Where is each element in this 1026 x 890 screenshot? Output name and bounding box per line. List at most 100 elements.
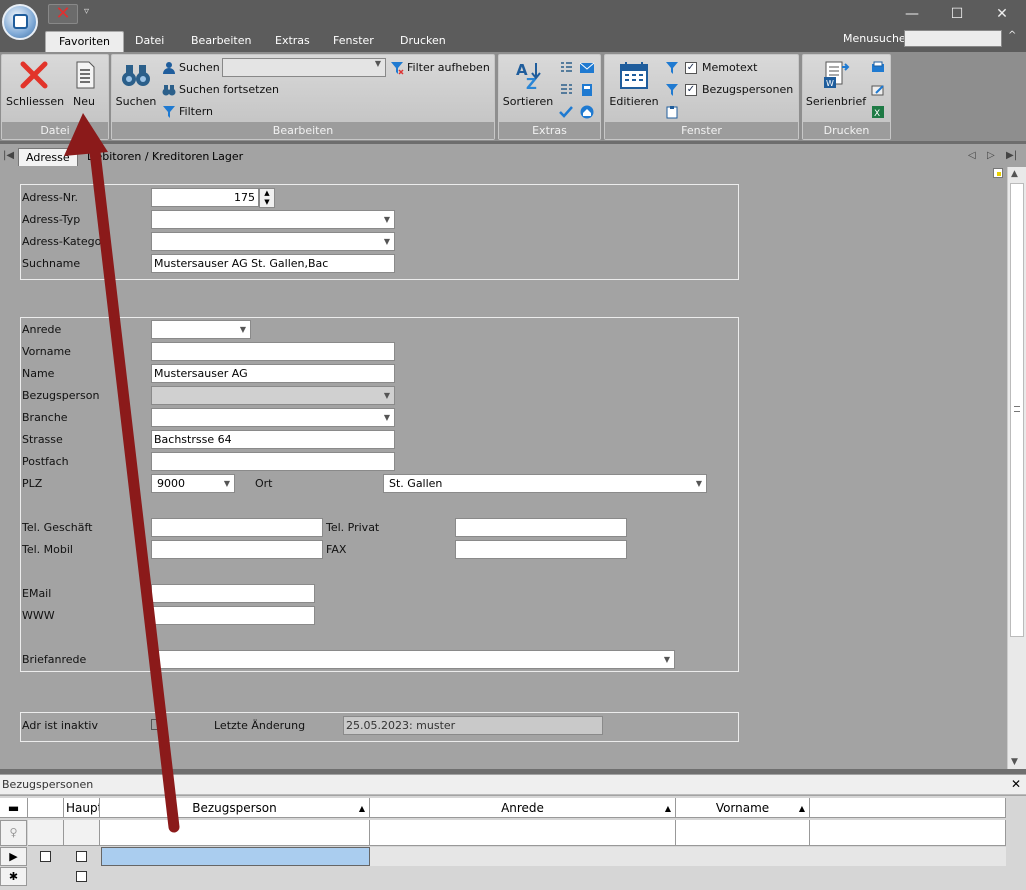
- tab-datei[interactable]: Datei: [122, 31, 177, 52]
- strasse-field[interactable]: Bachstrsse 64: [151, 430, 395, 449]
- excel-icon[interactable]: X: [871, 105, 885, 119]
- suchen-fortsetzen-button[interactable]: Suchen fortsetzen: [162, 83, 279, 97]
- memotext-checkbox[interactable]: ✓: [685, 62, 697, 74]
- name-field[interactable]: Mustersauser AG: [151, 364, 395, 383]
- suchname-field[interactable]: Mustersauser AG St. Gallen,Bac: [151, 254, 395, 273]
- adr-inaktiv-checkbox[interactable]: [151, 719, 162, 730]
- sortieren-button[interactable]: AZ Sortieren: [501, 59, 555, 108]
- minimize-button[interactable]: —: [902, 4, 922, 24]
- quick-access-close-icon[interactable]: ✕: [48, 4, 78, 24]
- anrede-combo[interactable]: ▼: [151, 320, 251, 339]
- tel-mobil-field[interactable]: [151, 540, 323, 559]
- scroll-up-icon[interactable]: ▲: [1011, 169, 1018, 179]
- schliessen-button[interactable]: Schliessen: [6, 59, 64, 108]
- bezugspersonen-toggle[interactable]: ✓ Bezugspersonen: [685, 83, 793, 96]
- vorname-field[interactable]: [151, 342, 395, 361]
- selected-cell-bezugsperson[interactable]: [101, 847, 370, 866]
- panel-splitter[interactable]: [0, 769, 1026, 774]
- current-row-rest[interactable]: [370, 847, 1006, 866]
- new-row-marker[interactable]: ✱: [0, 867, 27, 886]
- close-panel-icon[interactable]: ✕: [1011, 777, 1021, 791]
- tab-extras[interactable]: Extras: [262, 31, 323, 52]
- tab-favoriten[interactable]: Favoriten: [45, 31, 124, 52]
- tab-fenster[interactable]: Fenster: [320, 31, 387, 52]
- neu-button[interactable]: Neu: [66, 59, 102, 108]
- tab-adresse[interactable]: Adresse: [18, 148, 78, 166]
- postfach-field[interactable]: [151, 452, 395, 471]
- serienbrief-label: Serienbrief: [805, 95, 867, 108]
- adress-kategorie-combo[interactable]: ▼: [151, 232, 395, 251]
- tel-geschaeft-field[interactable]: [151, 518, 323, 537]
- bezugspersonen-label: Bezugspersonen: [702, 83, 794, 96]
- mail-icon[interactable]: [579, 61, 595, 75]
- memotext-toggle[interactable]: ✓ Memotext: [685, 61, 757, 74]
- tab-debitoren-kreditoren[interactable]: Debitoren / Kreditoren: [80, 148, 216, 166]
- ort-combo[interactable]: St. Gallen ▼: [383, 474, 707, 493]
- edit-form-icon[interactable]: [871, 83, 885, 97]
- row-select-checkbox[interactable]: [40, 851, 51, 862]
- search-combo[interactable]: ▼: [222, 58, 386, 77]
- grid-header-blank[interactable]: [28, 798, 64, 818]
- haupt-checkbox[interactable]: [76, 851, 87, 862]
- suchen-button[interactable]: Suchen: [162, 61, 220, 75]
- filter-cell-vorname[interactable]: [676, 820, 810, 846]
- tab-drucken[interactable]: Drucken: [387, 31, 459, 52]
- filter-icon[interactable]: [665, 61, 679, 75]
- print-preview-icon[interactable]: [871, 61, 885, 75]
- new-row-haupt-checkbox[interactable]: [76, 871, 87, 882]
- bezugspersonen-checkbox[interactable]: ✓: [685, 84, 697, 96]
- tab-lager[interactable]: Lager: [205, 148, 250, 166]
- current-row-marker[interactable]: ▶: [0, 847, 27, 866]
- application-menu-button[interactable]: [2, 4, 38, 40]
- editieren-button[interactable]: Editieren: [607, 59, 661, 108]
- filter-cell[interactable]: [28, 820, 64, 846]
- checkmark-icon[interactable]: [559, 105, 573, 119]
- menusuche-input[interactable]: [904, 30, 1002, 47]
- filter-icon[interactable]: [665, 83, 679, 97]
- ribbon-collapse-icon[interactable]: ^: [1008, 30, 1016, 41]
- prev-tab-icon[interactable]: ◁: [968, 150, 976, 161]
- plz-combo[interactable]: 9000 ▼: [151, 474, 235, 493]
- filter-aufheben-button[interactable]: Filter aufheben: [390, 61, 490, 75]
- adress-nr-field[interactable]: 175: [151, 188, 259, 207]
- list-sort-desc-icon[interactable]: [559, 83, 573, 97]
- grid-header-haupt[interactable]: Haupt: [64, 798, 100, 818]
- filter-cell-bezugsperson[interactable]: [100, 820, 370, 846]
- tab-bearbeiten[interactable]: Bearbeiten: [178, 31, 264, 52]
- branche-label: Branche: [22, 411, 68, 424]
- first-tab-icon[interactable]: |◀: [3, 150, 14, 161]
- close-window-button[interactable]: ✕: [992, 4, 1012, 24]
- branche-combo[interactable]: ▼: [151, 408, 395, 427]
- scroll-down-icon[interactable]: ▼: [1011, 757, 1018, 767]
- filtern-button[interactable]: Filtern: [162, 105, 213, 119]
- suchen-fortsetzen-label: Suchen fortsetzen: [179, 83, 279, 96]
- form-scrollbar[interactable]: ▲ ▼: [1007, 167, 1026, 769]
- adress-nr-spinner[interactable]: ▲ ▼: [259, 188, 275, 208]
- briefanrede-combo[interactable]: ▼: [156, 650, 675, 669]
- quick-access-customize-icon[interactable]: ▿: [84, 6, 89, 17]
- last-tab-icon[interactable]: ▶|: [1006, 150, 1017, 161]
- maximize-button[interactable]: ☐: [947, 4, 967, 24]
- note-icon[interactable]: [993, 168, 1003, 178]
- grid-header-bezugsperson[interactable]: Bezugsperson ▲: [100, 798, 370, 818]
- serienbrief-button[interactable]: W Serienbrief: [805, 59, 867, 108]
- scrollbar-thumb[interactable]: [1010, 183, 1024, 637]
- www-field[interactable]: [151, 606, 315, 625]
- suchen-big-button[interactable]: Suchen: [114, 59, 158, 108]
- bezugspersonen-title: Bezugspersonen: [2, 778, 94, 791]
- grid-header-vorname[interactable]: Vorname ▲: [676, 798, 810, 818]
- next-tab-icon[interactable]: ▷: [987, 150, 995, 161]
- filter-cell[interactable]: [64, 820, 100, 846]
- email-field[interactable]: [151, 584, 315, 603]
- adress-typ-combo[interactable]: ▼: [151, 210, 395, 229]
- grid-header-anrede[interactable]: Anrede ▲: [370, 798, 676, 818]
- grid-corner[interactable]: ▬: [0, 798, 28, 818]
- list-sort-icon[interactable]: [559, 61, 573, 75]
- filter-cell-anrede[interactable]: [370, 820, 676, 846]
- home-icon[interactable]: [579, 105, 595, 119]
- clipboard-icon[interactable]: [665, 105, 679, 119]
- person-search-icon: [163, 62, 175, 74]
- calculator-icon[interactable]: [579, 83, 595, 97]
- fax-field[interactable]: [455, 540, 627, 559]
- tel-privat-field[interactable]: [455, 518, 627, 537]
